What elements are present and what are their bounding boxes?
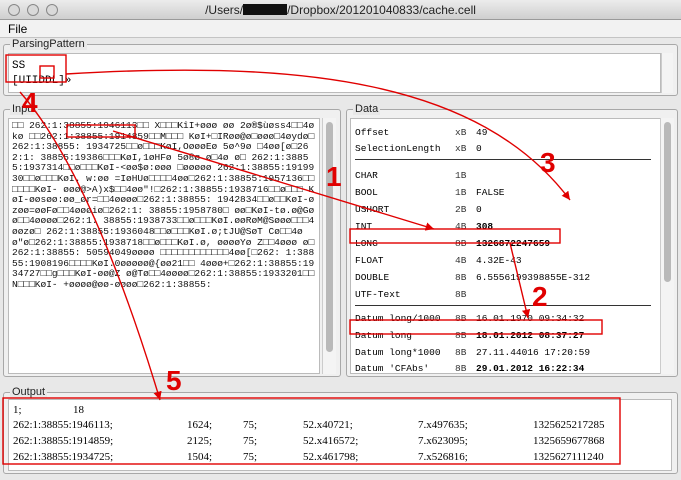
data-scrollbar[interactable] [660, 118, 674, 374]
data-row-size: xB [455, 127, 467, 138]
window-titlebar: /Users/ /Dropbox/201201040833/cache.cell [0, 0, 681, 20]
output-cell: 262:1:38855:1914859; [13, 435, 114, 447]
data-row-value: 308 [476, 221, 494, 232]
data-row-size: 8B [455, 313, 467, 324]
output-cell: 7.x497635; [418, 419, 468, 431]
input-hex-textarea[interactable]: □□ 262:1:38855:1946113□□ X□□□KîI+øøø øø … [8, 118, 320, 374]
data-row-value: 0 [476, 143, 482, 154]
data-row-value: 1326872247659 [476, 238, 551, 249]
output-cell: 1325625217285 [533, 419, 605, 431]
data-row-name: CHAR [355, 170, 378, 181]
menu-bar: File [0, 20, 681, 38]
output-cell: 75; [243, 435, 258, 447]
input-panel: Input □□ 262:1:38855:1946113□□ X□□□KîI+ø… [3, 103, 341, 377]
data-row-value: 29.01.2012 16:22:34 [476, 363, 585, 374]
output-text[interactable]: 1; 18 262:1:38855:1946113; 1624; 75; 52.… [8, 399, 672, 471]
data-row-size: xB [455, 143, 467, 154]
data-row-size: 2B [455, 204, 467, 215]
output-cell: 52.x461798; [303, 451, 359, 463]
data-row-size: 8B [455, 272, 467, 283]
data-row-name: FLOAT [355, 255, 384, 266]
data-row-size: 4B [455, 255, 467, 266]
data-row-size: 1B [455, 187, 467, 198]
data-row-size: 8B [455, 238, 467, 249]
data-row-name: Datum long/1000 [355, 313, 441, 324]
output-cell: 7.x623095; [418, 435, 468, 447]
data-row-name: Datum long*1000 [355, 347, 441, 358]
parsing-pattern-textarea[interactable]: SS [UIIDDL]» [8, 53, 661, 93]
data-row-name: UTF-Text [355, 289, 401, 300]
input-raw-text: □□ 262:1:38855:1946113□□ X□□□KîI+øøø øø … [12, 120, 320, 290]
data-row-size: 8B [455, 330, 467, 341]
window-title-suffix: /Dropbox/201201040833/cache.cell [287, 3, 476, 17]
output-cell: 75; [243, 451, 258, 463]
data-row-value: 4.32E-43 [476, 255, 522, 266]
output-cell: 2125; [187, 435, 213, 447]
data-row-name: Datum 'CFAbs' [355, 363, 430, 374]
data-row-value: 16.01.1970 09:34:32 [476, 313, 585, 324]
data-row-name: BOOL [355, 187, 378, 198]
pattern-line-2: [UIIDDL]» [12, 75, 72, 87]
output-cell: 262:1:38855:1946113; [13, 419, 113, 431]
window-title-prefix: /Users/ [205, 3, 244, 17]
output-panel: Output 1; 18 262:1:38855:1946113; 1624; … [3, 386, 678, 474]
output-header-cell: 18 [73, 404, 84, 416]
data-row-name: LONG [355, 238, 378, 249]
data-row-value: 49 [476, 127, 488, 138]
data-legend: Data [353, 103, 381, 115]
parsing-pattern-legend: ParsingPattern [10, 38, 87, 50]
output-cell: 1624; [187, 419, 213, 431]
data-row-size: 8B [455, 289, 467, 300]
window-title: /Users/ /Dropbox/201201040833/cache.cell [0, 3, 681, 17]
output-cell: 1325659677868 [533, 435, 605, 447]
output-cell: 1504; [187, 451, 213, 463]
data-row-name: SelectionLength [355, 143, 441, 154]
data-row-size: 1B [455, 170, 467, 181]
data-row-value: 18.01.2012 08:37:27 [476, 330, 585, 341]
output-legend: Output [10, 386, 48, 398]
parsing-pattern-panel: ParsingPattern SS [UIIDDL]» [3, 38, 678, 96]
data-separator [355, 159, 651, 160]
data-row-value: 0 [476, 204, 482, 215]
menu-file[interactable]: File [8, 22, 27, 36]
data-row-name: INT [355, 221, 373, 232]
data-row-name: USHORT [355, 204, 390, 215]
input-scrollbar-thumb[interactable] [326, 122, 333, 352]
data-row-name: DOUBLE [355, 272, 390, 283]
pattern-line-1: SS [12, 60, 26, 72]
input-legend: Input [10, 103, 39, 115]
data-row-name: Datum long [355, 330, 413, 341]
output-cell: 7.x526816; [418, 451, 468, 463]
data-row-size: 4B [455, 221, 467, 232]
pattern-scrollbar[interactable] [661, 53, 673, 93]
data-row-value: 6.5556199398855E-312 [476, 272, 591, 283]
data-row-size: 8B [455, 347, 467, 358]
data-table: Offset xB 49 SelectionLength xB 0 CHAR 1… [350, 118, 662, 374]
output-cell: 52.x40721; [303, 419, 353, 431]
output-cell: 1325627111240 [533, 451, 604, 463]
data-panel: Data Offset xB 49 SelectionLength xB 0 C… [346, 103, 678, 377]
output-header-cell: 1; [13, 404, 22, 416]
output-cell: 262:1:38855:1934725; [13, 451, 114, 463]
redacted-username [243, 4, 288, 15]
data-separator [355, 305, 651, 306]
output-cell: 52.x416572; [303, 435, 359, 447]
data-row-name: Offset [355, 127, 390, 138]
data-row-size: 8B [455, 363, 467, 374]
data-scrollbar-thumb[interactable] [664, 122, 671, 282]
data-row-value: FALSE [476, 187, 505, 198]
output-cell: 75; [243, 419, 258, 431]
input-scrollbar[interactable] [322, 118, 336, 374]
data-row-value: 27.11.44016 17:20:59 [476, 347, 591, 358]
